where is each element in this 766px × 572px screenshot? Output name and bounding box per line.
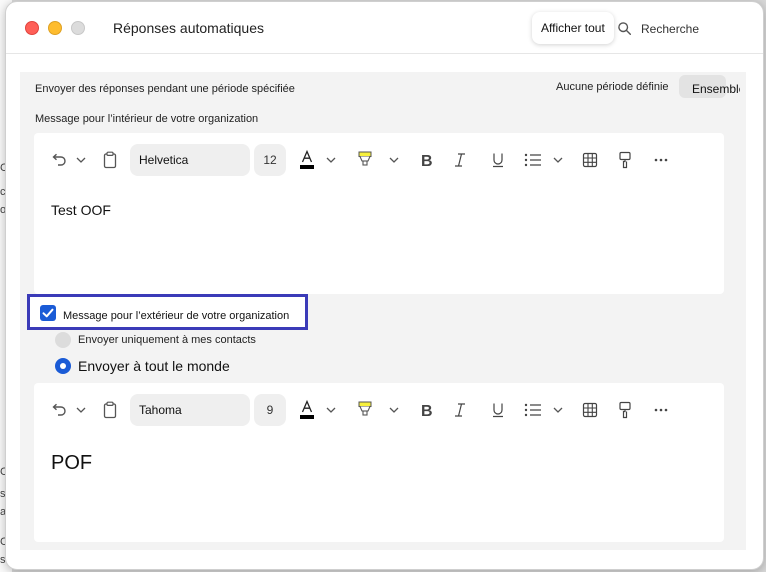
format-painter-icon[interactable]: [614, 394, 636, 426]
minimize-window-button[interactable]: [48, 21, 62, 35]
inside-message-body[interactable]: Test OOF: [51, 202, 111, 218]
title-bar: Réponses automatiques Afficher tout Rech…: [6, 2, 763, 54]
format-painter-icon[interactable]: [614, 144, 636, 176]
table-icon[interactable]: [579, 144, 601, 176]
undo-icon[interactable]: [48, 144, 70, 176]
underline-icon[interactable]: [488, 144, 508, 176]
outside-message-label[interactable]: Message pour l’extérieur de votre organi…: [63, 310, 289, 322]
chevron-down-icon[interactable]: [324, 394, 338, 426]
font-size-select[interactable]: 12: [254, 144, 286, 176]
period-value: Aucune période définie: [556, 81, 669, 93]
chevron-down-icon[interactable]: [324, 144, 338, 176]
zoom-window-button[interactable]: [71, 21, 85, 35]
outside-format-toolbar: Tahoma 9 B: [34, 394, 724, 426]
chevron-down-icon[interactable]: [551, 394, 565, 426]
chevron-down-icon[interactable]: [74, 394, 88, 426]
radio-everyone-label[interactable]: Envoyer à tout le monde: [78, 358, 230, 374]
bullet-list-icon[interactable]: [522, 394, 544, 426]
bold-icon[interactable]: B: [416, 144, 436, 176]
clipboard-icon[interactable]: [100, 394, 120, 426]
italic-icon[interactable]: [450, 394, 470, 426]
outside-message-checkbox[interactable]: [40, 305, 56, 321]
font-color-icon[interactable]: [296, 144, 318, 176]
checkmark-icon: [42, 308, 54, 318]
font-family-select[interactable]: Helvetica: [130, 144, 250, 176]
chevron-down-icon[interactable]: [387, 144, 401, 176]
chevron-down-icon[interactable]: [387, 394, 401, 426]
undo-icon[interactable]: [48, 394, 70, 426]
more-options-icon[interactable]: [650, 394, 672, 426]
font-color-icon[interactable]: [296, 394, 318, 426]
inside-format-toolbar: Helvetica 12 B: [34, 144, 724, 176]
font-size-select[interactable]: 9: [254, 394, 286, 426]
highlighter-icon[interactable]: [354, 144, 376, 176]
search-icon[interactable]: [618, 22, 631, 35]
bold-icon[interactable]: B: [416, 394, 436, 426]
svg-text:B: B: [421, 403, 433, 418]
bullet-list-icon[interactable]: [522, 144, 544, 176]
close-window-button[interactable]: [25, 21, 39, 35]
highlighter-icon[interactable]: [354, 394, 376, 426]
more-options-icon[interactable]: [650, 144, 672, 176]
window-title: Réponses automatiques: [113, 20, 264, 36]
radio-everyone[interactable]: [55, 358, 71, 374]
chevron-down-icon[interactable]: [74, 144, 88, 176]
clipboard-icon[interactable]: [100, 144, 120, 176]
scrollbar[interactable]: [740, 72, 746, 550]
search-field[interactable]: Recherche: [641, 22, 699, 36]
radio-contacts-only-label[interactable]: Envoyer uniquement à mes contacts: [78, 334, 256, 346]
underline-icon[interactable]: [488, 394, 508, 426]
svg-text:B: B: [421, 153, 433, 168]
outside-message-editor[interactable]: Tahoma 9 B POF: [34, 383, 724, 542]
table-icon[interactable]: [579, 394, 601, 426]
period-label: Envoyer des réponses pendant une période…: [35, 83, 295, 95]
inside-message-label: Message pour l’intérieur de votre organi…: [35, 113, 259, 125]
font-family-select[interactable]: Tahoma: [130, 394, 250, 426]
radio-contacts-only[interactable]: [55, 332, 71, 348]
inside-message-editor[interactable]: Helvetica 12 B Test OOF: [34, 133, 724, 294]
set-period-button-label[interactable]: Ensemble: [692, 82, 745, 96]
outside-message-body[interactable]: POF: [51, 452, 92, 475]
show-all-button[interactable]: Afficher tout: [532, 12, 614, 44]
chevron-down-icon[interactable]: [551, 144, 565, 176]
italic-icon[interactable]: [450, 144, 470, 176]
